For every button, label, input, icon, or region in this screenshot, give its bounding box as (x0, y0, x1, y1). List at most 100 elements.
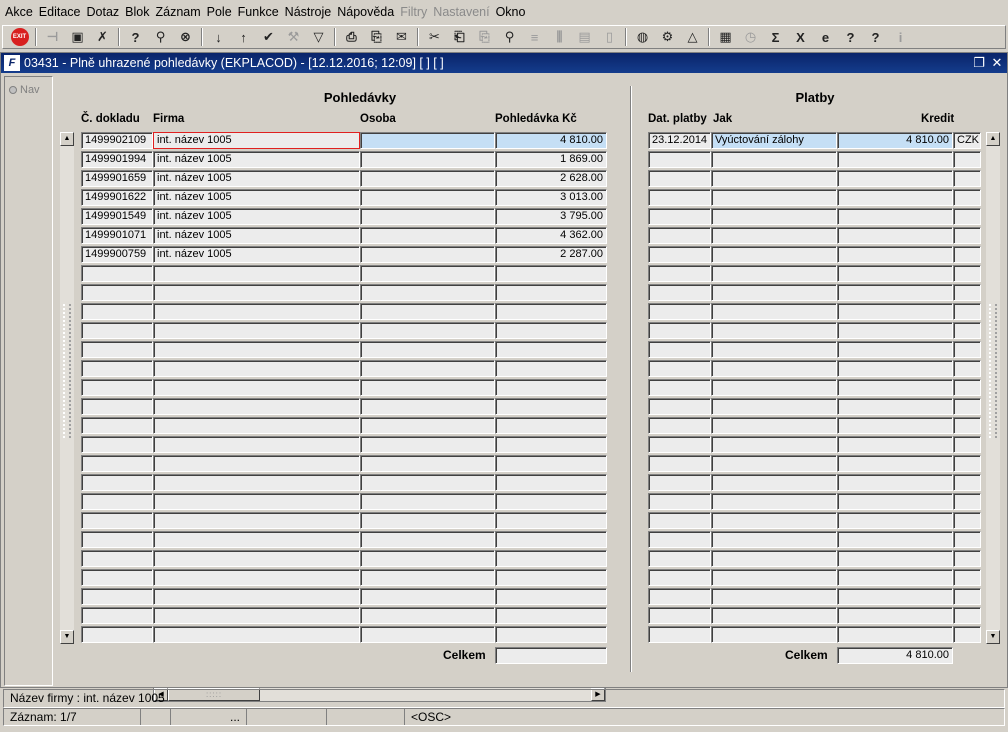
menu-item-nastavení[interactable]: Nastavení (432, 0, 494, 24)
platby-cell-mena[interactable] (953, 284, 981, 301)
pohledavky-cell-osoba[interactable] (360, 398, 495, 415)
platby-cell-jak[interactable] (711, 284, 837, 301)
wrench-icon[interactable]: ⚒ (283, 27, 305, 47)
cut-icon[interactable]: ✂ (424, 27, 446, 47)
pohledavky-cell-doklad[interactable] (81, 436, 153, 453)
platby-cell-jak[interactable] (711, 360, 837, 377)
pohledavky-cell-osoba[interactable] (360, 379, 495, 396)
pohledavky-cell-doklad[interactable]: 1499900759 (81, 246, 153, 263)
platby-vscroll[interactable]: ▲ ▼ (986, 132, 1000, 644)
platby-cell-datum[interactable] (648, 246, 711, 263)
pohledavky-cell-osoba[interactable] (360, 569, 495, 586)
exit-icon[interactable]: EXIT (9, 27, 31, 47)
platby-cell-datum[interactable] (648, 398, 711, 415)
menu-item-filtry[interactable]: Filtry (399, 0, 432, 24)
pohledavky-cell-doklad[interactable]: 1499901071 (81, 227, 153, 244)
scroll-track[interactable] (986, 146, 1000, 630)
platby-cell-datum[interactable]: 23.12.2014 (648, 132, 711, 149)
pohledavky-cell-castka[interactable] (495, 398, 607, 415)
sort-desc-icon[interactable]: ↑ (233, 27, 255, 47)
platby-cell-mena[interactable] (953, 341, 981, 358)
platby-cell-kredit[interactable] (837, 341, 953, 358)
platby-cell-jak[interactable] (711, 531, 837, 548)
close-icon[interactable]: ✕ (989, 55, 1005, 71)
pohledavky-cell-firma[interactable] (153, 398, 360, 415)
pohledavky-cell-castka[interactable] (495, 531, 607, 548)
pohledavky-cell-osoba[interactable] (360, 227, 495, 244)
platby-cell-datum[interactable] (648, 436, 711, 453)
pohledavky-cell-castka[interactable] (495, 436, 607, 453)
pohledavky-cell-osoba[interactable] (360, 151, 495, 168)
platby-cell-datum[interactable] (648, 474, 711, 491)
pohledavky-cell-doklad[interactable] (81, 474, 153, 491)
scroll-up-icon[interactable]: ▲ (60, 132, 74, 146)
platby-cell-datum[interactable] (648, 151, 711, 168)
menu-item-okno[interactable]: Okno (495, 0, 531, 24)
pohledavky-cell-doklad[interactable] (81, 569, 153, 586)
pohledavky-cell-osoba[interactable] (360, 474, 495, 491)
pohledavky-cell-firma[interactable]: int. název 1005 (153, 189, 360, 206)
platby-cell-kredit[interactable] (837, 455, 953, 472)
platby-cell-kredit[interactable] (837, 569, 953, 586)
pohledavky-cell-castka[interactable] (495, 493, 607, 510)
platby-cell-kredit[interactable] (837, 626, 953, 643)
pohledavky-cell-castka[interactable]: 2 287.00 (495, 246, 607, 263)
pohledavky-cell-doklad[interactable] (81, 550, 153, 567)
document-icon[interactable]: ▯ (599, 27, 621, 47)
pohledavky-cell-castka[interactable] (495, 322, 607, 339)
pohledavky-cell-doklad[interactable] (81, 493, 153, 510)
sort-asc-icon[interactable]: ↓ (208, 27, 230, 47)
platby-cell-jak[interactable] (711, 436, 837, 453)
pohledavky-cell-castka[interactable]: 2 628.00 (495, 170, 607, 187)
pohledavky-cell-doklad[interactable] (81, 455, 153, 472)
platby-cell-datum[interactable] (648, 360, 711, 377)
pohledavky-cell-doklad[interactable] (81, 341, 153, 358)
globe-icon[interactable]: ◍ (632, 27, 654, 47)
platby-cell-kredit[interactable] (837, 398, 953, 415)
platby-cell-datum[interactable] (648, 550, 711, 567)
print-icon[interactable]: ⎙ (341, 27, 363, 47)
pohledavky-cell-doklad[interactable]: 1499901994 (81, 151, 153, 168)
pohledavky-cell-doklad[interactable] (81, 265, 153, 282)
platby-cell-kredit[interactable] (837, 512, 953, 529)
pohledavky-cell-doklad[interactable] (81, 398, 153, 415)
platby-cell-jak[interactable] (711, 455, 837, 472)
platby-cell-datum[interactable] (648, 284, 711, 301)
pin-icon[interactable]: ⊣ (42, 27, 64, 47)
platby-cell-datum[interactable] (648, 417, 711, 434)
platby-cell-mena[interactable] (953, 360, 981, 377)
platby-cell-mena[interactable] (953, 455, 981, 472)
platby-cell-kredit[interactable] (837, 322, 953, 339)
pohledavky-cell-castka[interactable] (495, 417, 607, 434)
platby-cell-mena[interactable]: CZK (953, 132, 981, 149)
pohledavky-cell-osoba[interactable] (360, 341, 495, 358)
pohledavky-cell-firma[interactable] (153, 341, 360, 358)
platby-cell-kredit[interactable] (837, 151, 953, 168)
platby-cell-kredit[interactable] (837, 417, 953, 434)
menu-item-dotaz[interactable]: Dotaz (86, 0, 125, 24)
platby-cell-kredit[interactable] (837, 493, 953, 510)
platby-cell-mena[interactable] (953, 626, 981, 643)
pohledavky-cell-castka[interactable] (495, 569, 607, 586)
platby-cell-mena[interactable] (953, 322, 981, 339)
pohledavky-cell-osoba[interactable] (360, 417, 495, 434)
menu-item-záznam[interactable]: Záznam (154, 0, 205, 24)
pohledavky-cell-castka[interactable] (495, 360, 607, 377)
menu-item-akce[interactable]: Akce (4, 0, 38, 24)
pohledavky-cell-osoba[interactable] (360, 322, 495, 339)
pohledavky-cell-osoba[interactable] (360, 588, 495, 605)
pohledavky-cell-castka[interactable] (495, 607, 607, 624)
pohledavky-cell-osoba[interactable] (360, 170, 495, 187)
nav-radio[interactable]: Nav (9, 84, 40, 96)
platby-cell-kredit[interactable] (837, 550, 953, 567)
pohledavky-cell-doklad[interactable] (81, 626, 153, 643)
platby-cell-mena[interactable] (953, 398, 981, 415)
platby-cell-datum[interactable] (648, 189, 711, 206)
pohledavky-cell-firma[interactable] (153, 588, 360, 605)
platby-cell-datum[interactable] (648, 588, 711, 605)
platby-cell-mena[interactable] (953, 246, 981, 263)
platby-cell-mena[interactable] (953, 512, 981, 529)
pohledavky-cell-doklad[interactable] (81, 360, 153, 377)
platby-cell-jak[interactable] (711, 398, 837, 415)
pohledavky-cell-castka[interactable]: 4 810.00 (495, 132, 607, 149)
